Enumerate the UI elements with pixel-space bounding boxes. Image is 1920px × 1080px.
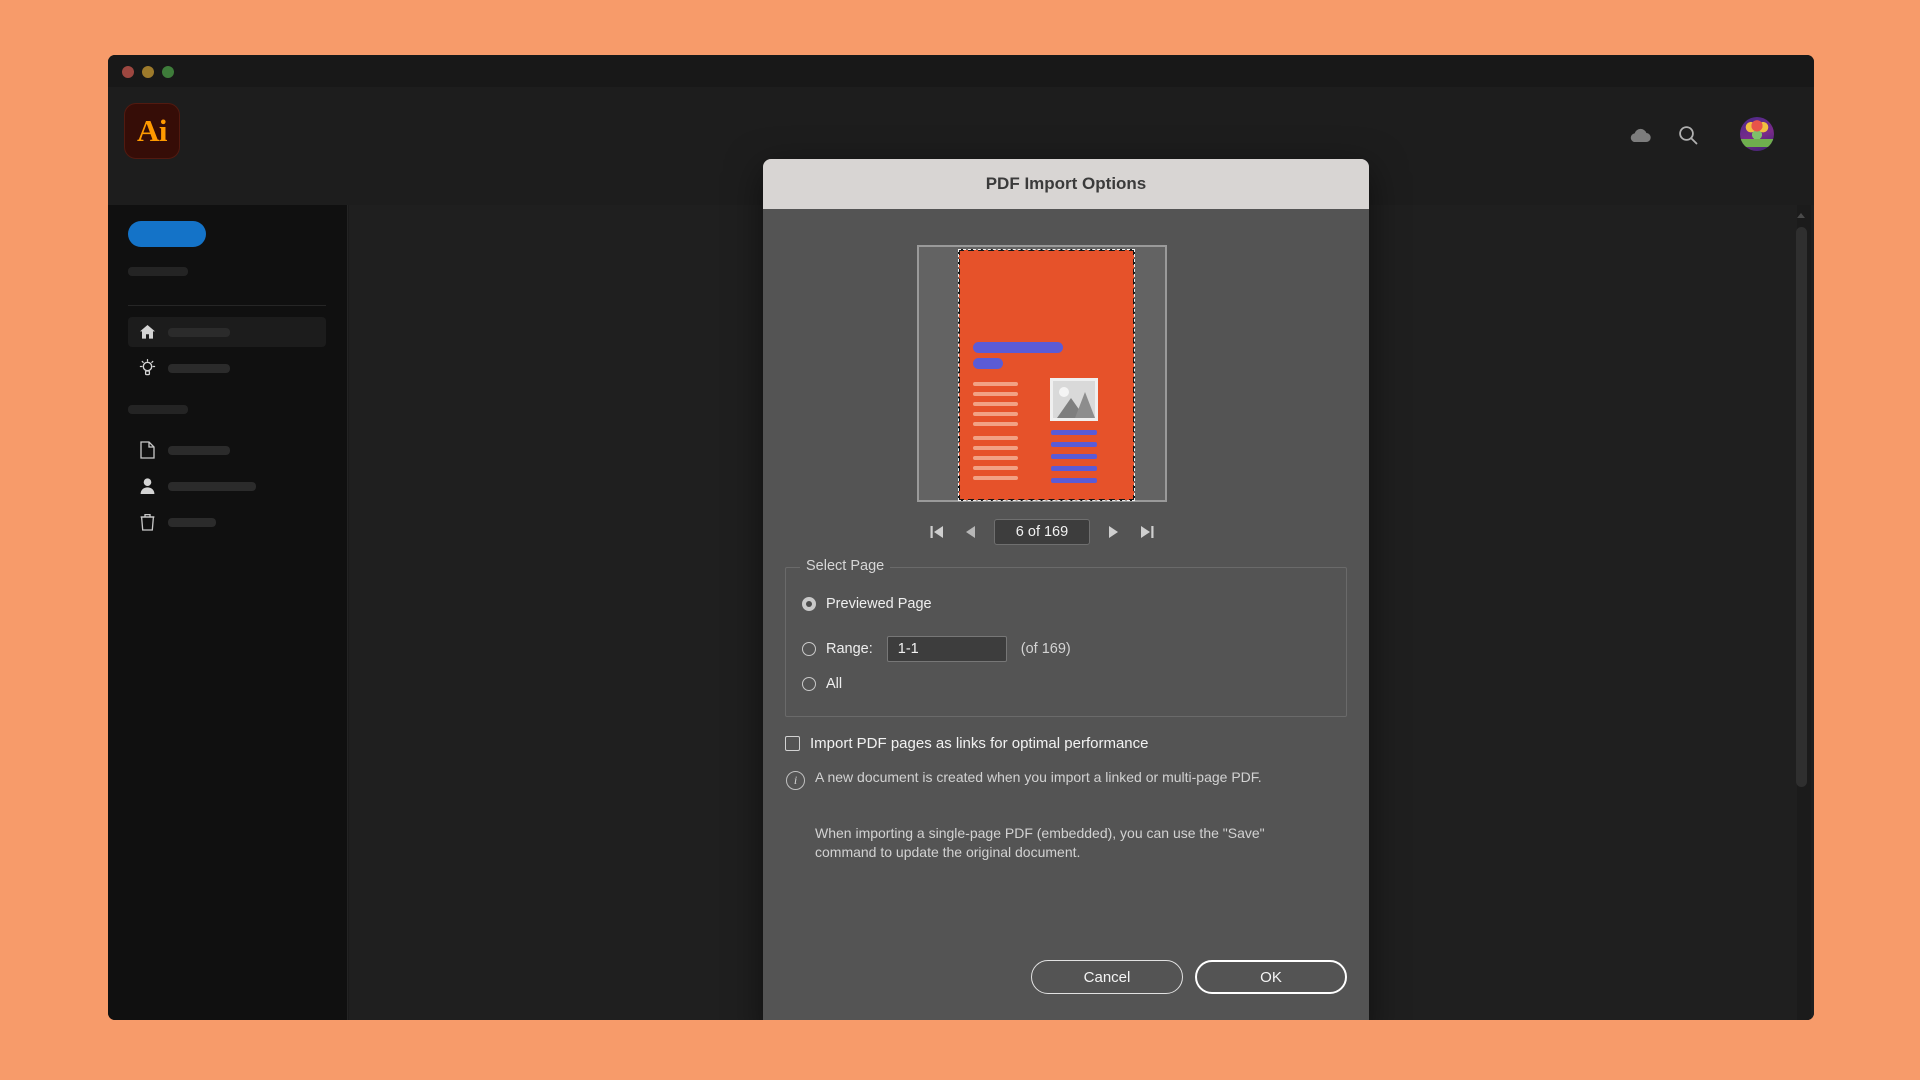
last-page-button[interactable]: [1136, 520, 1158, 544]
illustrator-logo: Ai: [124, 103, 180, 159]
lightbulb-icon: [134, 359, 160, 377]
mountain-icon: [1075, 392, 1095, 418]
sidebar: [108, 205, 348, 1020]
radio-all-pages[interactable]: All: [802, 676, 842, 692]
search-icon[interactable]: [1674, 121, 1702, 149]
preview-image-placeholder: [1050, 378, 1098, 421]
cloud-icon[interactable]: [1626, 121, 1654, 149]
radio-previewed-page[interactable]: Previewed Page: [802, 596, 932, 612]
radio-label: Range:: [826, 641, 873, 657]
minimize-window-button[interactable]: [142, 66, 154, 78]
preview-text-line: [973, 382, 1018, 386]
range-total-label: (of 169): [1020, 641, 1071, 657]
radio-label: All: [826, 676, 843, 692]
sidebar-primary-button[interactable]: [128, 221, 206, 247]
range-input[interactable]: [886, 636, 1007, 662]
person-icon: [134, 477, 160, 495]
preview-page-artboard: [958, 249, 1135, 501]
preview-heading-bar: [973, 342, 1063, 353]
preview-text-line: [1051, 430, 1097, 435]
application-window: Ai PDF Import Options 6 of 169 Select Pa…: [108, 55, 1814, 1020]
vertical-scrollbar[interactable]: [1795, 205, 1811, 1020]
first-page-button[interactable]: [926, 520, 948, 544]
sidebar-item-trash[interactable]: [128, 507, 326, 537]
close-window-button[interactable]: [122, 66, 134, 78]
info-text-primary: A new document is created when you impor…: [815, 769, 1262, 785]
dialog-title: PDF Import Options: [985, 174, 1147, 193]
select-page-fieldset: Select Page Previewed Page Range: (of 16…: [785, 558, 1347, 717]
trash-icon: [134, 513, 160, 531]
sun-icon: [1059, 387, 1069, 397]
sidebar-subtitle-placeholder: [128, 267, 188, 276]
cancel-button[interactable]: Cancel: [1031, 960, 1183, 994]
home-icon: [134, 324, 160, 340]
preview-text-line: [1051, 478, 1097, 483]
next-page-button[interactable]: [1102, 520, 1124, 544]
preview-text-line: [973, 446, 1018, 450]
sidebar-item-home[interactable]: [128, 317, 326, 347]
sidebar-item-label: [168, 481, 256, 491]
maximize-window-button[interactable]: [162, 66, 174, 78]
preview-text-line: [973, 392, 1018, 396]
preview-text-line: [973, 456, 1018, 460]
sidebar-divider: [128, 305, 326, 306]
sidebar-item-label: [168, 327, 230, 337]
preview-text-line: [973, 422, 1018, 426]
checkbox-label: Import PDF pages as links for optimal pe…: [810, 735, 1149, 752]
preview-text-line: [973, 402, 1018, 406]
ok-button[interactable]: OK: [1195, 960, 1347, 994]
document-icon: [134, 441, 160, 459]
sidebar-item-shared[interactable]: [128, 471, 326, 501]
preview-text-line: [1051, 466, 1097, 471]
preview-subheading-bar: [973, 358, 1003, 369]
sidebar-section-placeholder: [128, 405, 188, 414]
pdf-page-preview: [917, 245, 1167, 502]
sidebar-item-label: [168, 445, 230, 455]
sidebar-item-discover[interactable]: [128, 353, 326, 383]
preview-text-line: [973, 436, 1018, 440]
dialog-titlebar: PDF Import Options: [763, 159, 1369, 209]
avatar[interactable]: [1740, 117, 1774, 151]
sidebar-item-files[interactable]: [128, 435, 326, 465]
preview-text-line: [973, 476, 1018, 480]
dialog-body: 6 of 169 Select Page Previewed Page Rang…: [763, 209, 1369, 1020]
preview-text-line: [1051, 442, 1097, 447]
previous-page-button[interactable]: [960, 520, 982, 544]
window-titlebar: [108, 55, 1814, 87]
sidebar-item-label: [168, 363, 230, 373]
radio-indicator[interactable]: [802, 642, 816, 656]
select-page-legend: Select Page: [800, 558, 891, 574]
radio-indicator[interactable]: [802, 677, 816, 691]
dialog-button-row: Cancel OK: [1031, 960, 1347, 994]
page-navigation: 6 of 169: [917, 517, 1167, 547]
page-indicator[interactable]: 6 of 169: [994, 519, 1090, 545]
scroll-up-icon[interactable]: [1795, 209, 1807, 221]
preview-text-line: [1051, 454, 1097, 459]
preview-text-line: [973, 466, 1018, 470]
import-as-links-checkbox-row[interactable]: Import PDF pages as links for optimal pe…: [785, 735, 1148, 752]
pdf-import-options-dialog: PDF Import Options 6 of 169 Select Page …: [763, 159, 1369, 1020]
info-circle-icon: i: [786, 771, 805, 790]
checkbox-indicator[interactable]: [785, 736, 800, 751]
radio-label: Previewed Page: [826, 596, 932, 612]
scrollbar-thumb[interactable]: [1796, 227, 1807, 787]
radio-range[interactable]: Range: (of 169): [802, 636, 1071, 662]
preview-text-line: [973, 412, 1018, 416]
radio-indicator[interactable]: [802, 597, 816, 611]
info-text-secondary: When importing a single-page PDF (embedd…: [815, 825, 1265, 861]
sidebar-item-label: [168, 517, 216, 527]
